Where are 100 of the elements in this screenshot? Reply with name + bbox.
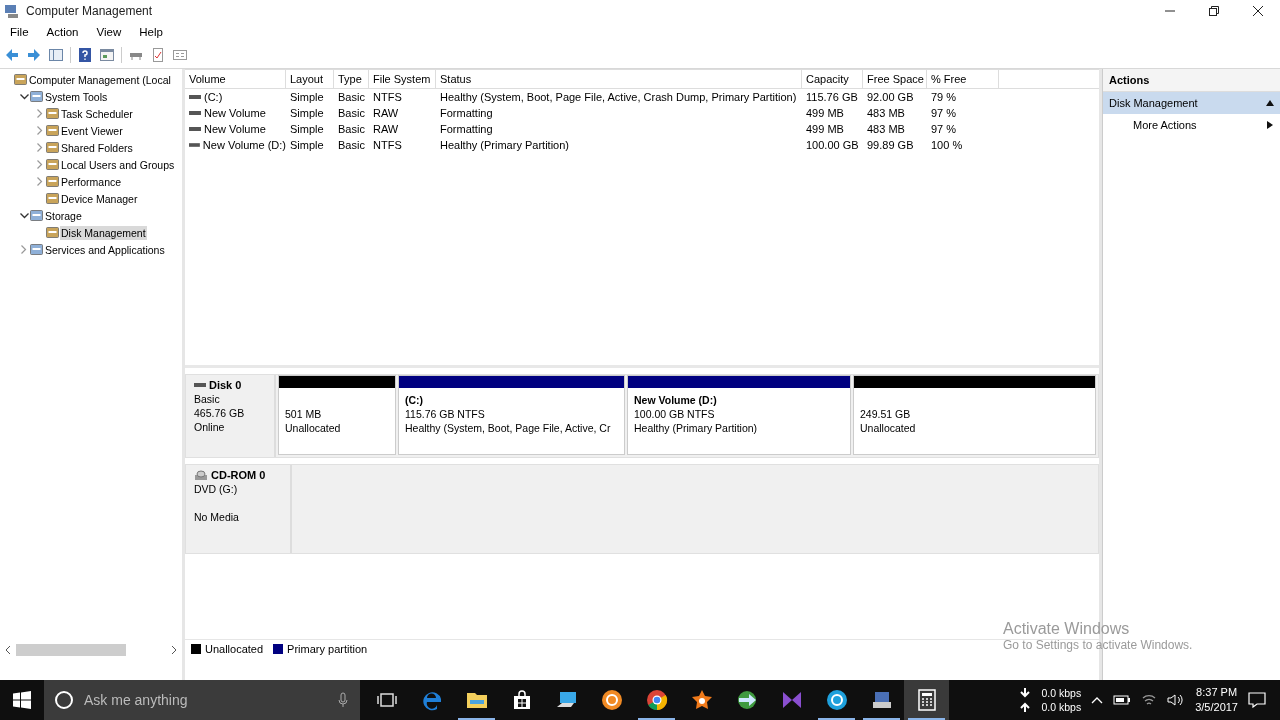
battery-icon[interactable] (1113, 694, 1132, 706)
disk-name: Disk 0 (209, 378, 242, 392)
table-cell: Formatting (440, 123, 493, 135)
disk-name: CD-ROM 0 (211, 468, 266, 482)
chevron-right-icon[interactable] (21, 245, 27, 254)
disk-label-panel[interactable]: Disk 0 Basic 465.76 GB Online (186, 375, 276, 457)
network-arrows-icon[interactable] (1019, 686, 1032, 714)
speaker-icon[interactable] (1167, 693, 1186, 707)
column-header[interactable]: Layout (286, 70, 334, 88)
pane-group-header[interactable]: Disk Management (1103, 92, 1280, 114)
tree-item[interactable]: Storage (44, 208, 83, 223)
submenu-arrow-icon[interactable] (1266, 121, 1274, 129)
node-icon (46, 108, 59, 119)
partition-info: 115.76 GB NTFS (405, 407, 486, 421)
tree-item[interactable]: Event Viewer (60, 123, 124, 138)
help-icon[interactable] (77, 47, 93, 63)
ring-app-icon (600, 689, 623, 711)
checklist-icon[interactable] (150, 47, 166, 63)
disk-info: 465.76 GB (194, 406, 246, 420)
partition-info: Unallocated (285, 421, 342, 435)
disk-info: No Media (194, 510, 240, 524)
menu-item[interactable]: Help (137, 26, 165, 38)
notification-icon[interactable] (1248, 692, 1266, 708)
partition-title: New Volume (D:) (634, 393, 718, 407)
pane-link[interactable]: More Actions (1103, 114, 1280, 136)
partition[interactable]: (C:) 115.76 GB NTFS Healthy (System, Boot, Page File, Active, Cr (398, 375, 625, 455)
partition-title: (C:) (405, 393, 425, 407)
panel-icon[interactable] (99, 47, 115, 63)
partition[interactable]: 249.51 GB Unallocated (853, 375, 1096, 455)
table-cell: Simple (290, 123, 324, 135)
scroll-right-icon[interactable] (170, 645, 178, 655)
column-header[interactable]: Capacity (802, 70, 863, 88)
table-cell: Healthy (System, Boot, Page File, Active, Crash Dump, Primary Partition) (440, 91, 797, 103)
tree-item[interactable]: Local Users and Groups (60, 157, 176, 172)
column-header[interactable]: Status (436, 70, 802, 88)
partition-info: 249.51 GB (860, 407, 912, 421)
chevron-right-icon[interactable] (37, 160, 43, 169)
tree-item[interactable]: Shared Folders (60, 140, 134, 155)
shopping-bag-icon (511, 690, 532, 710)
chevron-right-icon[interactable] (37, 143, 43, 152)
disk-label-panel[interactable]: CD-ROM 0 DVD (G:) No Media (186, 465, 292, 553)
partition[interactable]: 501 MB Unallocated (278, 375, 396, 455)
scrollbar-thumb[interactable] (16, 644, 126, 656)
taskbar-app[interactable] (904, 680, 949, 720)
menu-item[interactable]: File (8, 26, 31, 38)
node-icon (30, 244, 43, 255)
chevron-down-icon[interactable] (19, 212, 29, 219)
chevron-right-icon[interactable] (37, 177, 43, 186)
back-arrow-icon[interactable] (4, 47, 20, 63)
column-header[interactable]: File System (369, 70, 436, 88)
tree-item[interactable]: System Tools (44, 89, 109, 104)
table-cell: Formatting (440, 107, 493, 119)
computer-disk-icon (870, 690, 893, 710)
chevron-right-icon[interactable] (37, 109, 43, 118)
column-header[interactable]: Free Space (863, 70, 927, 88)
partition-info: Healthy (Primary Partition) (634, 421, 759, 435)
table-cell: New Volume (D:) (202, 139, 286, 151)
table-cell: 100 % (931, 139, 963, 151)
scroll-left-icon[interactable] (4, 645, 12, 655)
table-cell: NTFS (373, 91, 402, 103)
table-cell: New Volume (204, 107, 266, 119)
search-box[interactable]: Ask me anything (44, 680, 360, 720)
node-icon (14, 74, 27, 85)
partition[interactable]: New Volume (D:) 100.00 GB NTFS Healthy (Primary Partition) (627, 375, 851, 455)
microphone-icon[interactable] (338, 692, 348, 708)
search-field[interactable]: Ask me anything (82, 691, 330, 709)
table-cell: (C:) (204, 91, 223, 103)
properties-icon[interactable] (172, 47, 188, 63)
column-header[interactable]: % Free (927, 70, 999, 88)
restore-icon[interactable] (1208, 5, 1220, 17)
cortana-icon[interactable] (54, 690, 74, 710)
column-header[interactable]: Type (334, 70, 369, 88)
tree-item[interactable]: Disk Management (60, 225, 147, 240)
tree-item[interactable]: Computer Management (Local (28, 72, 172, 87)
start-icon[interactable] (13, 691, 31, 709)
table-cell: 483 MB (867, 123, 905, 135)
tree-item[interactable]: Services and Applications (44, 242, 166, 257)
table-cell: 483 MB (867, 107, 905, 119)
clock[interactable]: 8:37 PM 3/5/2017 (1195, 685, 1238, 715)
console-tree-icon[interactable] (48, 47, 64, 63)
column-header[interactable]: Volume (185, 70, 286, 88)
forward-arrow-icon[interactable] (26, 47, 42, 63)
tree-item[interactable]: Task Scheduler (60, 106, 134, 121)
menu-item[interactable]: View (94, 26, 124, 38)
table-cell: NTFS (373, 139, 402, 151)
tree-item[interactable]: Performance (60, 174, 123, 189)
legend-label: Unallocated (205, 643, 264, 655)
partition-info: 100.00 GB NTFS (634, 407, 716, 421)
wifi-icon[interactable] (1141, 693, 1158, 707)
volume-icon (189, 126, 201, 132)
window-title: Computer Management (26, 4, 153, 18)
calculator-icon (917, 689, 936, 711)
tree-item[interactable]: Device Manager (60, 191, 139, 206)
chevron-right-icon[interactable] (37, 126, 43, 135)
star-app-icon (690, 689, 713, 711)
close-icon[interactable] (1252, 5, 1264, 17)
chevron-down-icon[interactable] (19, 93, 29, 100)
menu-item[interactable]: Action (44, 26, 81, 38)
collapse-icon[interactable] (1266, 99, 1274, 107)
chevron-up-icon[interactable] (1091, 696, 1104, 704)
